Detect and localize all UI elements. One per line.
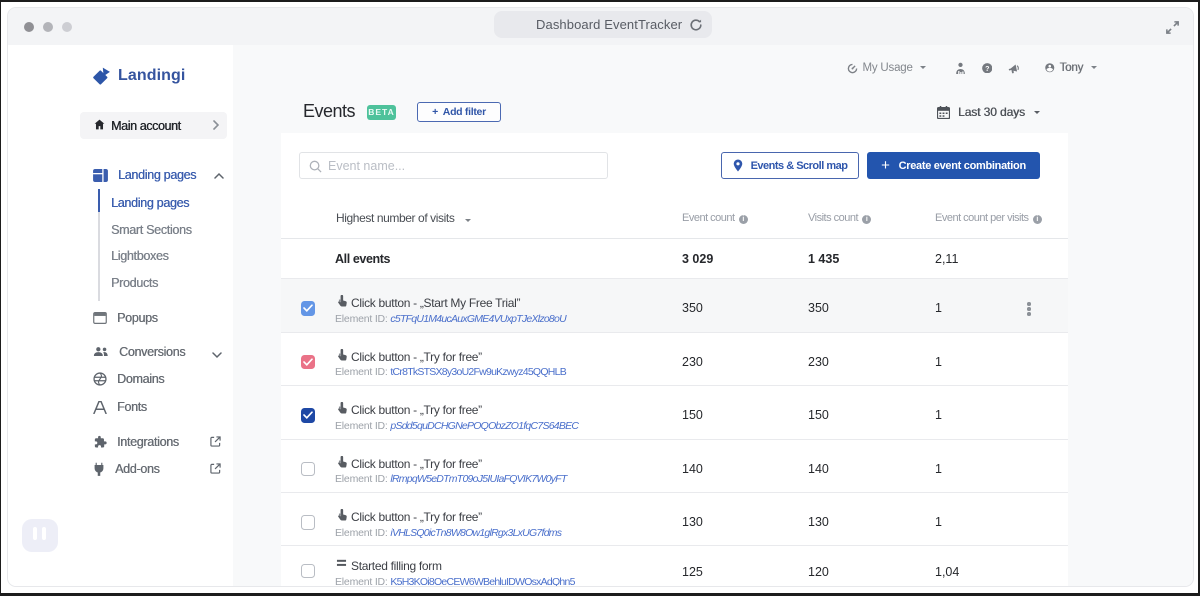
svg-text:?: ? <box>985 64 989 72</box>
